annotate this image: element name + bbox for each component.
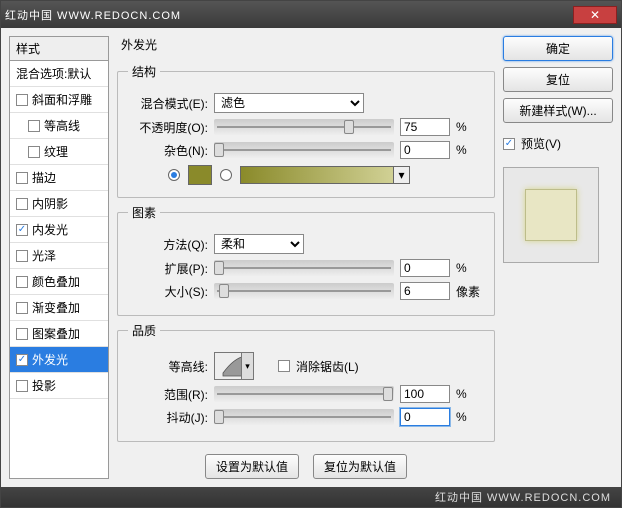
style-label: 图案叠加 (32, 325, 80, 342)
range-slider[interactable] (214, 386, 394, 402)
panel-title: 外发光 (117, 36, 495, 53)
cancel-button[interactable]: 复位 (503, 67, 613, 92)
style-checkbox[interactable] (28, 146, 40, 158)
style-item-9[interactable]: 图案叠加 (10, 321, 108, 347)
jitter-slider[interactable] (214, 409, 394, 425)
solid-color-radio[interactable] (168, 169, 180, 181)
style-item-11[interactable]: 投影 (10, 373, 108, 399)
style-label: 纹理 (44, 143, 68, 160)
style-checkbox[interactable] (16, 250, 28, 262)
style-label: 外发光 (32, 351, 68, 368)
noise-slider[interactable] (214, 142, 394, 158)
style-checkbox[interactable] (16, 224, 28, 236)
dialog-window: 红动中国 WWW.REDOCN.COM ✕ 样式 混合选项:默认 斜面和浮雕等高… (0, 0, 622, 508)
elements-legend: 图素 (128, 204, 160, 221)
structure-group: 结构 混合模式(E): 滤色 不透明度(O): % 杂色(N): % (117, 63, 495, 198)
size-label: 大小(S): (128, 283, 208, 300)
action-panel: 确定 复位 新建样式(W)... 预览(V) (503, 36, 613, 479)
style-label: 等高线 (44, 117, 80, 134)
close-icon: ✕ (590, 8, 600, 22)
style-checkbox[interactable] (28, 120, 40, 132)
titlebar: 红动中国 WWW.REDOCN.COM ✕ (1, 1, 621, 28)
style-item-5[interactable]: 内发光 (10, 217, 108, 243)
quality-legend: 品质 (128, 322, 160, 339)
elements-group: 图素 方法(Q): 柔和 扩展(P): % 大小(S): 像素 (117, 204, 495, 316)
noise-label: 杂色(N): (128, 142, 208, 159)
style-label: 投影 (32, 377, 56, 394)
technique-select[interactable]: 柔和 (214, 234, 304, 254)
blend-mode-select[interactable]: 滤色 (214, 93, 364, 113)
style-label: 内发光 (32, 221, 68, 238)
style-label: 斜面和浮雕 (32, 91, 92, 108)
style-checkbox[interactable] (16, 354, 28, 366)
preview-swatch (525, 189, 577, 241)
spread-slider[interactable] (214, 260, 394, 276)
styles-list: 混合选项:默认 斜面和浮雕等高线纹理描边内阴影内发光光泽颜色叠加渐变叠加图案叠加… (9, 61, 109, 479)
noise-input[interactable] (400, 141, 450, 159)
style-item-7[interactable]: 颜色叠加 (10, 269, 108, 295)
range-label: 范围(R): (128, 386, 208, 403)
opacity-label: 不透明度(O): (128, 119, 208, 136)
jitter-input[interactable] (400, 408, 450, 426)
size-slider[interactable] (214, 283, 394, 299)
jitter-label: 抖动(J): (128, 409, 208, 426)
settings-panel: 外发光 结构 混合模式(E): 滤色 不透明度(O): % 杂色(N): (117, 36, 495, 479)
footer-text: 红动中国 WWW.REDOCN.COM (1, 487, 621, 507)
technique-label: 方法(Q): (128, 236, 208, 253)
spread-label: 扩展(P): (128, 260, 208, 277)
style-item-4[interactable]: 内阴影 (10, 191, 108, 217)
gradient-radio[interactable] (220, 169, 232, 181)
opacity-slider[interactable] (214, 119, 394, 135)
antialias-label: 消除锯齿(L) (296, 358, 359, 375)
opacity-input[interactable] (400, 118, 450, 136)
style-item-2[interactable]: 纹理 (10, 139, 108, 165)
reset-default-button[interactable]: 复位为默认值 (313, 454, 407, 479)
style-checkbox[interactable] (16, 172, 28, 184)
contour-picker[interactable]: ▾ (214, 352, 254, 380)
spread-input[interactable] (400, 259, 450, 277)
style-item-0[interactable]: 斜面和浮雕 (10, 87, 108, 113)
range-input[interactable] (400, 385, 450, 403)
new-style-button[interactable]: 新建样式(W)... (503, 98, 613, 123)
blend-mode-label: 混合模式(E): (128, 95, 208, 112)
content-area: 样式 混合选项:默认 斜面和浮雕等高线纹理描边内阴影内发光光泽颜色叠加渐变叠加图… (1, 28, 621, 487)
style-label: 内阴影 (32, 195, 68, 212)
style-checkbox[interactable] (16, 276, 28, 288)
style-label: 光泽 (32, 247, 56, 264)
style-item-1[interactable]: 等高线 (10, 113, 108, 139)
ok-button[interactable]: 确定 (503, 36, 613, 61)
style-checkbox[interactable] (16, 198, 28, 210)
chevron-down-icon[interactable]: ▾ (241, 353, 253, 379)
color-swatch[interactable] (188, 165, 212, 185)
style-label: 描边 (32, 169, 56, 186)
preview-box (503, 167, 599, 263)
quality-group: 品质 等高线: ▾ 消除锯齿(L) 范围(R): % (117, 322, 495, 442)
style-checkbox[interactable] (16, 328, 28, 340)
make-default-button[interactable]: 设置为默认值 (205, 454, 299, 479)
chevron-down-icon[interactable]: ▾ (393, 167, 409, 183)
structure-legend: 结构 (128, 63, 160, 80)
close-button[interactable]: ✕ (573, 6, 617, 24)
gradient-picker[interactable]: ▾ (240, 166, 410, 184)
style-label: 颜色叠加 (32, 273, 80, 290)
styles-header: 样式 (9, 36, 109, 61)
style-item-6[interactable]: 光泽 (10, 243, 108, 269)
title-text: 红动中国 WWW.REDOCN.COM (5, 7, 181, 23)
style-item-3[interactable]: 描边 (10, 165, 108, 191)
preview-label: 预览(V) (521, 135, 561, 152)
contour-label: 等高线: (128, 358, 208, 375)
style-checkbox[interactable] (16, 94, 28, 106)
style-item-10[interactable]: 外发光 (10, 347, 108, 373)
style-checkbox[interactable] (16, 380, 28, 392)
preview-checkbox[interactable] (503, 138, 515, 150)
style-label: 渐变叠加 (32, 299, 80, 316)
blend-options-item[interactable]: 混合选项:默认 (10, 61, 108, 87)
styles-panel: 样式 混合选项:默认 斜面和浮雕等高线纹理描边内阴影内发光光泽颜色叠加渐变叠加图… (9, 36, 109, 479)
antialias-checkbox[interactable] (278, 360, 290, 372)
style-checkbox[interactable] (16, 302, 28, 314)
size-input[interactable] (400, 282, 450, 300)
style-item-8[interactable]: 渐变叠加 (10, 295, 108, 321)
